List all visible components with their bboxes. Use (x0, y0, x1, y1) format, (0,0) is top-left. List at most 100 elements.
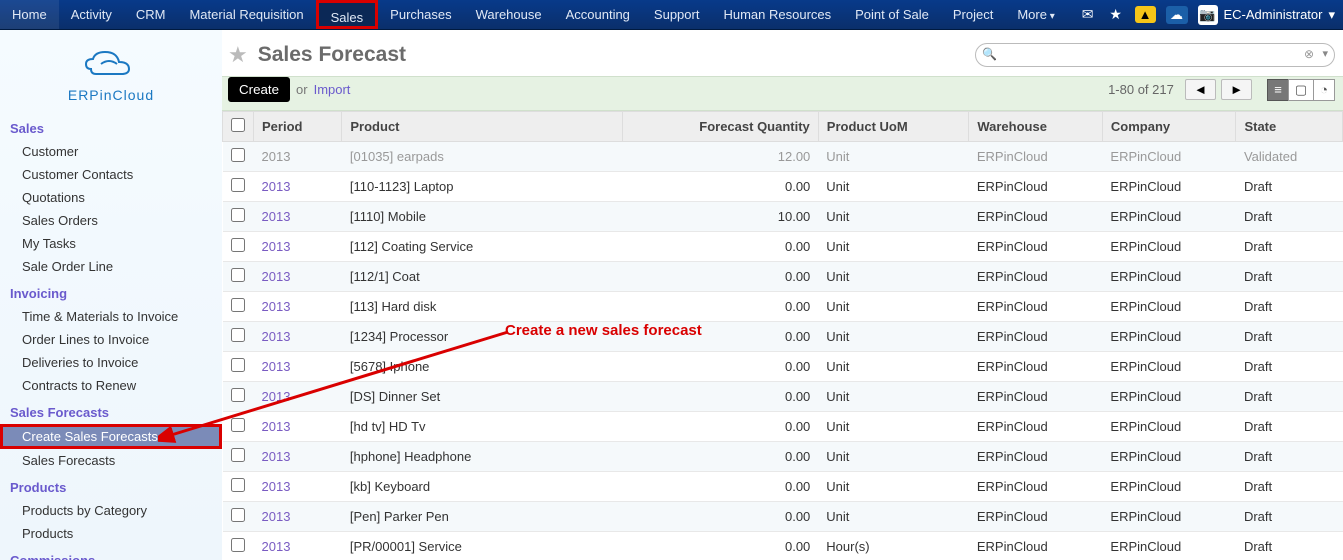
table-row[interactable]: 2013[hphone] Headphone0.00UnitERPinCloud… (223, 442, 1343, 472)
sidebar-item-sales-forecasts[interactable]: Sales Forecasts (0, 449, 222, 472)
nav-accounting[interactable]: Accounting (554, 0, 642, 29)
cell-co: ERPinCloud (1102, 442, 1236, 472)
table-row[interactable]: 2013[1234] Processor0.00UnitERPinCloudER… (223, 322, 1343, 352)
table-row[interactable]: 2013[113] Hard disk0.00UnitERPinCloudERP… (223, 292, 1343, 322)
row-checkbox[interactable] (231, 298, 245, 312)
row-checkbox[interactable] (231, 358, 245, 372)
view-form-button[interactable]: ▢ (1288, 79, 1314, 101)
cell-uom: Unit (818, 382, 969, 412)
col-state[interactable]: State (1236, 112, 1343, 142)
sidebar-item-time-materials-to-invoice[interactable]: Time & Materials to Invoice (0, 305, 222, 328)
sidebar-item-quotations[interactable]: Quotations (0, 186, 222, 209)
col-forecast-quantity[interactable]: Forecast Quantity (622, 112, 818, 142)
nav-home[interactable]: Home (0, 0, 59, 29)
clear-icon[interactable]: ⊗ (1304, 47, 1314, 61)
row-checkbox[interactable] (231, 478, 245, 492)
sidebar-item-products-by-category[interactable]: Products by Category (0, 499, 222, 522)
cell-period: 2013 (254, 202, 342, 232)
cell-product: [5678] Iphone (342, 352, 622, 382)
nav-warehouse[interactable]: Warehouse (464, 0, 554, 29)
table-row[interactable]: 2013[PR/00001] Service0.00Hour(s)ERPinCl… (223, 532, 1343, 560)
cell-period: 2013 (254, 382, 342, 412)
next-page-button[interactable]: ► (1221, 79, 1252, 100)
forecast-table: PeriodProductForecast QuantityProduct Uo… (222, 111, 1343, 560)
cloud-icon[interactable]: ☁ (1166, 6, 1188, 24)
sidebar-item-create-sales-forecasts[interactable]: Create Sales Forecasts (0, 424, 222, 449)
table-row[interactable]: 2013[kb] Keyboard0.00UnitERPinCloudERPin… (223, 472, 1343, 502)
favorite-icon[interactable]: ★ (228, 42, 248, 68)
table-row[interactable]: 2013[110-1123] Laptop0.00UnitERPinCloudE… (223, 172, 1343, 202)
row-checkbox[interactable] (231, 268, 245, 282)
view-graph-button[interactable]: ◔ (1313, 79, 1335, 101)
nav-activity[interactable]: Activity (59, 0, 124, 29)
view-list-button[interactable]: ≡ (1267, 79, 1289, 101)
table-row[interactable]: 2013[DS] Dinner Set0.00UnitERPinCloudERP… (223, 382, 1343, 412)
nav-human-resources[interactable]: Human Resources (711, 0, 843, 29)
star-icon[interactable]: ★ (1107, 6, 1125, 24)
sidebar-item-deliveries-to-invoice[interactable]: Deliveries to Invoice (0, 351, 222, 374)
mail-icon[interactable]: ✉ (1079, 6, 1097, 24)
search-input[interactable] (1000, 48, 1310, 62)
row-checkbox[interactable] (231, 148, 245, 162)
chevron-down-icon[interactable]: ▾ (1322, 47, 1328, 60)
cell-co: ERPinCloud (1102, 202, 1236, 232)
import-link[interactable]: Import (314, 82, 351, 97)
alert-icon[interactable]: ▲ (1135, 6, 1156, 23)
nav-point-of-sale[interactable]: Point of Sale (843, 0, 941, 29)
nav-crm[interactable]: CRM (124, 0, 178, 29)
cell-uom: Hour(s) (818, 532, 969, 560)
cell-qty: 0.00 (622, 292, 818, 322)
row-checkbox[interactable] (231, 388, 245, 402)
row-checkbox[interactable] (231, 538, 245, 552)
table-row[interactable]: 2013[1110] Mobile10.00UnitERPinCloudERPi… (223, 202, 1343, 232)
nav-more[interactable]: More (1005, 0, 1066, 29)
cell-co: ERPinCloud (1102, 172, 1236, 202)
col-warehouse[interactable]: Warehouse (969, 112, 1103, 142)
sidebar-item-order-lines-to-invoice[interactable]: Order Lines to Invoice (0, 328, 222, 351)
cell-product: [112/1] Coat (342, 262, 622, 292)
table-row[interactable]: 2013[112/1] Coat0.00UnitERPinCloudERPinC… (223, 262, 1343, 292)
cell-uom: Unit (818, 202, 969, 232)
sidebar-item-customer-contacts[interactable]: Customer Contacts (0, 163, 222, 186)
user-menu[interactable]: 📷 EC-Administrator ▾ (1198, 5, 1336, 25)
table-row[interactable]: 2013[hd tv] HD Tv0.00UnitERPinCloudERPin… (223, 412, 1343, 442)
nav-purchases[interactable]: Purchases (378, 0, 463, 29)
cell-qty: 0.00 (622, 232, 818, 262)
sidebar-item-contracts-to-renew[interactable]: Contracts to Renew (0, 374, 222, 397)
cell-qty: 0.00 (622, 382, 818, 412)
create-button[interactable]: Create (228, 77, 290, 102)
row-checkbox[interactable] (231, 508, 245, 522)
nav-project[interactable]: Project (941, 0, 1005, 29)
col-product[interactable]: Product (342, 112, 622, 142)
col-company[interactable]: Company (1102, 112, 1236, 142)
pager-label: 1-80 of 217 (1108, 82, 1174, 97)
sidebar-item-sales-orders[interactable]: Sales Orders (0, 209, 222, 232)
cell-wh: ERPinCloud (969, 172, 1103, 202)
sidebar-item-my-tasks[interactable]: My Tasks (0, 232, 222, 255)
cell-period: 2013 (254, 412, 342, 442)
prev-page-button[interactable]: ◄ (1185, 79, 1216, 100)
cell-uom: Unit (818, 502, 969, 532)
table-row[interactable]: 2013[Pen] Parker Pen0.00UnitERPinCloudER… (223, 502, 1343, 532)
row-checkbox[interactable] (231, 238, 245, 252)
row-checkbox[interactable] (231, 328, 245, 342)
cell-state: Draft (1236, 502, 1343, 532)
row-checkbox[interactable] (231, 208, 245, 222)
cell-product: [01035] earpads (342, 142, 622, 172)
sidebar-item-customer[interactable]: Customer (0, 140, 222, 163)
nav-sales[interactable]: Sales (316, 0, 379, 29)
sidebar-item-sale-order-line[interactable]: Sale Order Line (0, 255, 222, 278)
nav-material-requisition[interactable]: Material Requisition (177, 0, 315, 29)
cell-state: Draft (1236, 382, 1343, 412)
row-checkbox[interactable] (231, 418, 245, 432)
select-all-checkbox[interactable] (231, 118, 245, 132)
nav-support[interactable]: Support (642, 0, 712, 29)
col-product-uom[interactable]: Product UoM (818, 112, 969, 142)
col-period[interactable]: Period (254, 112, 342, 142)
table-row[interactable]: 2013[112] Coating Service0.00UnitERPinCl… (223, 232, 1343, 262)
row-checkbox[interactable] (231, 178, 245, 192)
row-checkbox[interactable] (231, 448, 245, 462)
sidebar-item-products[interactable]: Products (0, 522, 222, 545)
table-row[interactable]: 2013[01035] earpads12.00UnitERPinCloudER… (223, 142, 1343, 172)
table-row[interactable]: 2013[5678] Iphone0.00UnitERPinCloudERPin… (223, 352, 1343, 382)
